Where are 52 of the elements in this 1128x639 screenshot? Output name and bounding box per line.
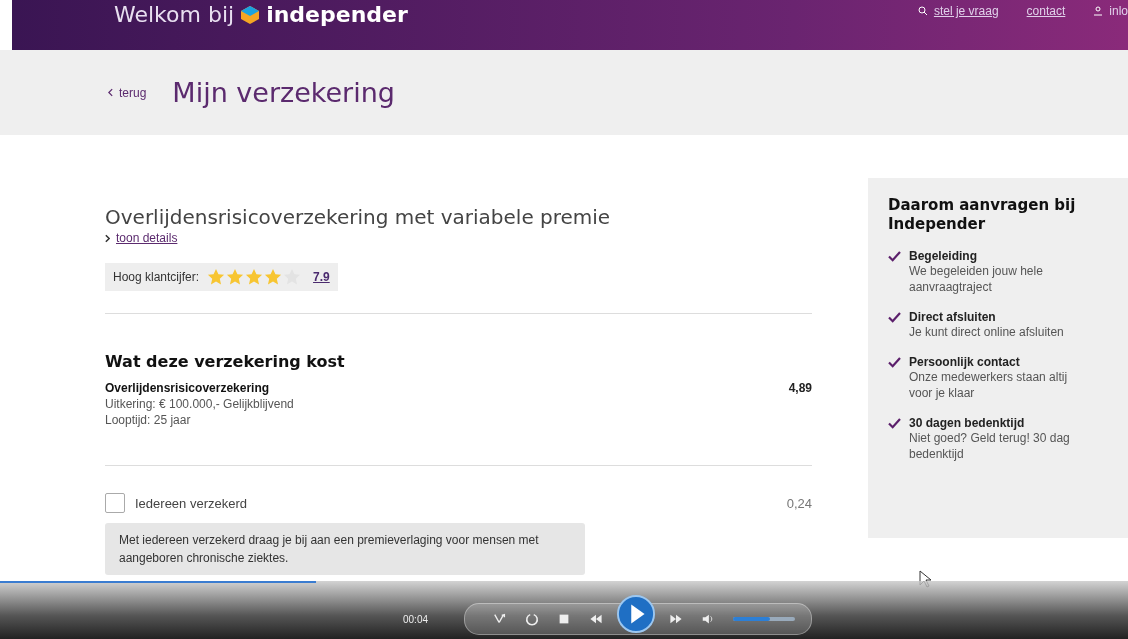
check-icon — [888, 251, 901, 262]
user-icon — [1093, 6, 1104, 16]
option-label: Iedereen verzekerd — [135, 495, 248, 511]
benefit-title: Direct afsluiten — [909, 310, 997, 324]
checkbox[interactable] — [105, 493, 125, 513]
page-title: Mijn verzekering — [172, 77, 395, 108]
star-icon — [264, 268, 283, 286]
time-display: 00:04 — [403, 614, 429, 625]
check-icon — [888, 312, 901, 323]
fast-forward-icon[interactable] — [669, 612, 684, 626]
costs-heading: Wat deze verzekering kost — [105, 352, 346, 371]
star-icon — [245, 268, 264, 286]
benefit-title: Persoonlijk contact — [909, 355, 1021, 369]
play-button[interactable] — [617, 595, 656, 633]
benefit-text: Je kunt direct online afsluiten — [909, 324, 1064, 340]
cost-item-name: Overlijdensrisicoverzekering — [105, 381, 271, 395]
repeat-icon[interactable] — [525, 612, 540, 626]
details-link[interactable]: toon details — [116, 231, 178, 245]
welcome-text: Welkom bij — [114, 2, 235, 27]
benefit-text: We begeleiden jouw hele — [909, 263, 1043, 279]
brand-name: independer — [266, 2, 408, 27]
cost-price: 4,89 — [788, 381, 812, 397]
benefit-title: 30 dagen bedenktijd — [909, 416, 1026, 430]
benefit-title: Begeleiding — [909, 249, 978, 263]
benefit-text: Onze medewerkers staan altij — [909, 369, 1068, 385]
shuffle-icon[interactable] — [493, 612, 508, 626]
ask-question-link[interactable]: stel je vraag — [933, 4, 999, 18]
score-link[interactable]: 7.9 — [313, 270, 330, 284]
check-icon — [888, 418, 901, 429]
check-icon — [888, 357, 901, 368]
chevron-right-icon — [105, 233, 110, 243]
benefit-text: bedenktijd — [909, 446, 965, 462]
volume-slider[interactable] — [733, 617, 796, 621]
rating-label: Hoog klantcijfer: — [113, 270, 200, 284]
login-link[interactable]: inlo — [1109, 4, 1128, 18]
search-icon — [917, 6, 928, 16]
benefit-text: voor je klaar — [909, 385, 976, 401]
product-title: Overlijdensrisicoverzekering met variabele premie — [105, 205, 612, 229]
rewind-icon[interactable] — [589, 612, 604, 626]
star-icon — [207, 268, 226, 286]
cost-detail: Looptijd: 25 jaar — [105, 413, 192, 427]
option-price: 0,24 — [786, 495, 812, 511]
cost-detail: Uitkering: € 100.000,- Gelijkblijvend — [105, 397, 295, 411]
sidebar-title: Daarom aanvragen bij Independer — [888, 196, 1077, 234]
benefit-text: aanvraagtraject — [909, 279, 993, 295]
chevron-left-icon — [108, 88, 113, 97]
contact-link[interactable]: contact — [1026, 4, 1066, 18]
logo-icon — [240, 4, 261, 25]
benefit-text: Niet goed? Geld terug! 30 dag — [909, 430, 1070, 446]
tooltip: Met iedereen verzekerd draag je bij aan een premieverlaging voor mensen met aangeboren chronische ziektes. — [105, 523, 585, 575]
back-link[interactable]: terug — [119, 85, 147, 100]
star-icon — [226, 268, 245, 286]
